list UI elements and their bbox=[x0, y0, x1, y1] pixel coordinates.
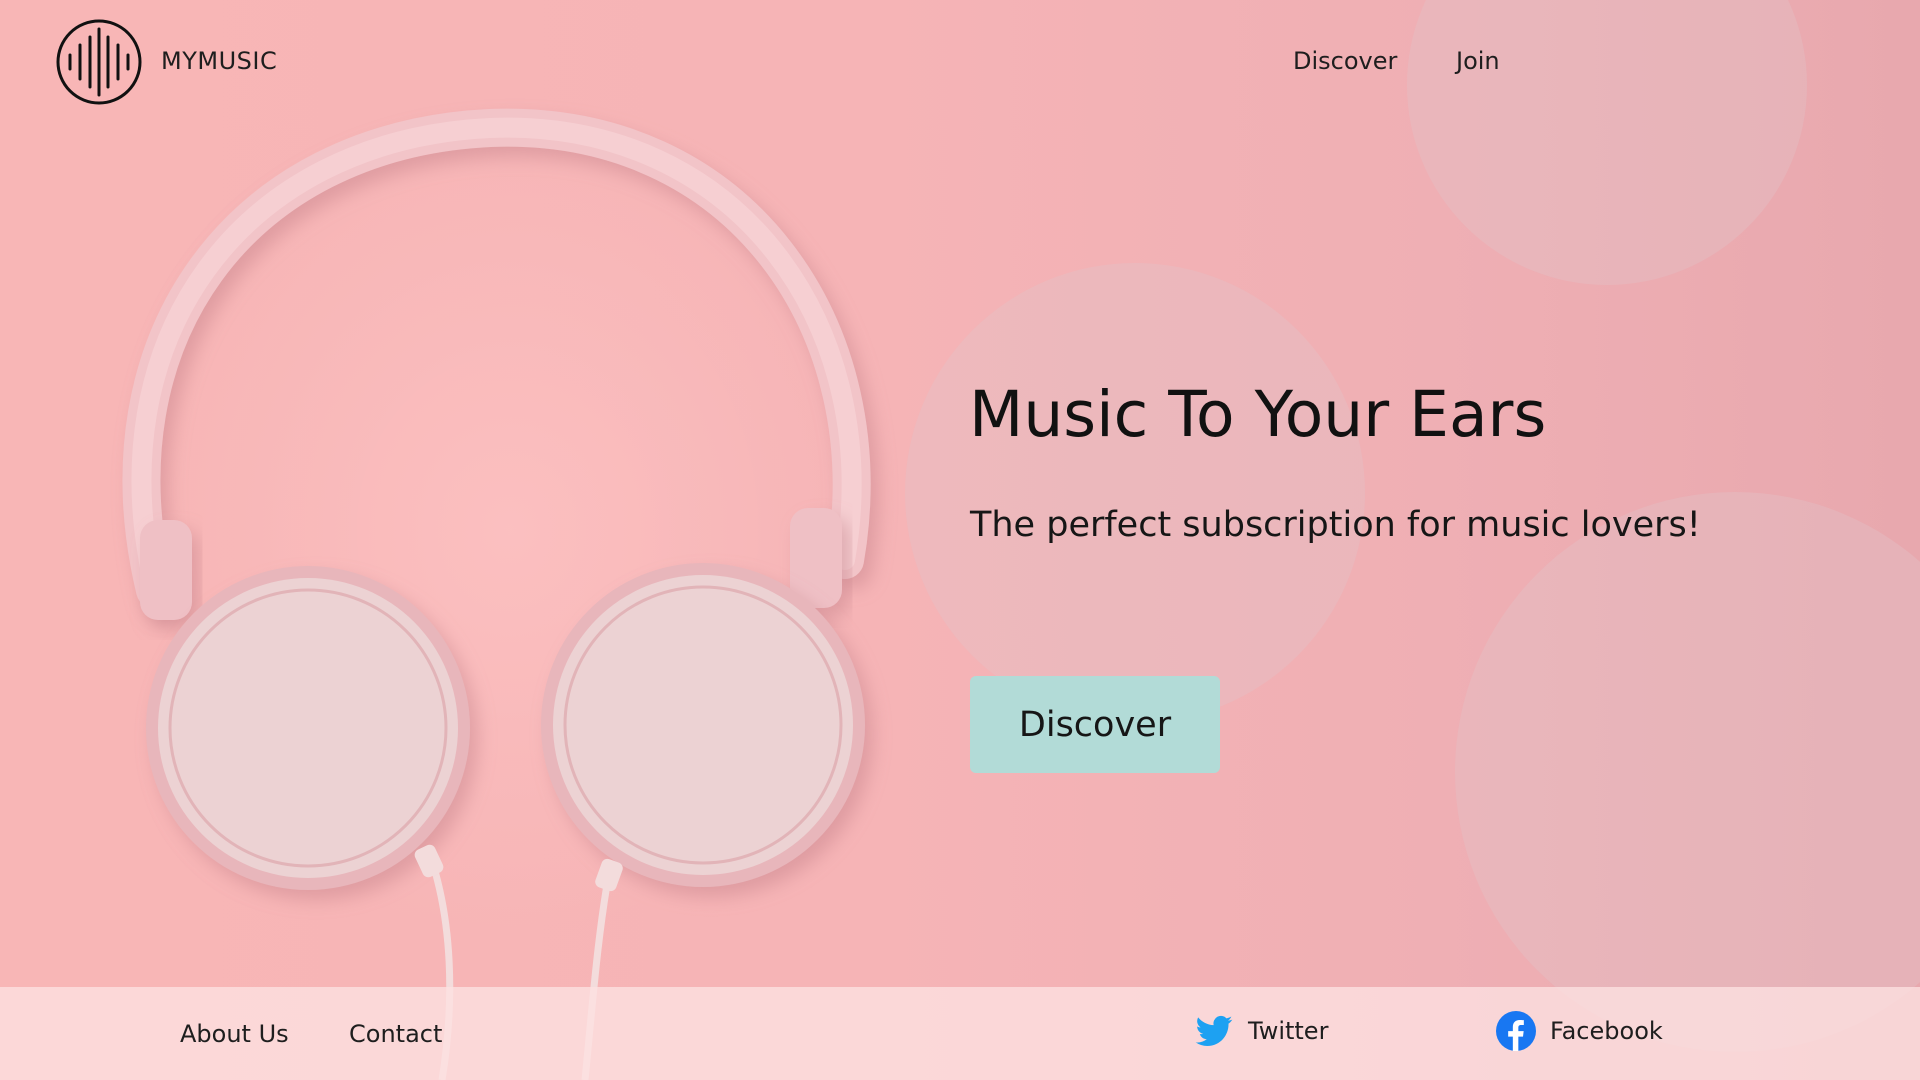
sound-wave-icon[interactable] bbox=[56, 19, 142, 105]
hero-title: Music To Your Ears bbox=[969, 378, 1547, 451]
brand-name[interactable]: MYMUSIC bbox=[161, 47, 277, 75]
footer-contact-link[interactable]: Contact bbox=[349, 1020, 442, 1048]
facebook-label: Facebook bbox=[1550, 1017, 1663, 1045]
hero-subtitle: The perfect subscription for music lover… bbox=[970, 505, 1701, 545]
discover-button[interactable]: Discover bbox=[970, 676, 1220, 773]
twitter-icon bbox=[1195, 1015, 1233, 1046]
twitter-link[interactable]: Twitter bbox=[1194, 1011, 1328, 1051]
twitter-label: Twitter bbox=[1248, 1017, 1329, 1045]
facebook-icon bbox=[1496, 1011, 1536, 1051]
facebook-link[interactable]: Facebook bbox=[1496, 1011, 1663, 1051]
nav-discover-link[interactable]: Discover bbox=[1293, 47, 1397, 75]
nav-join-link[interactable]: Join bbox=[1456, 47, 1500, 75]
footer-about-link[interactable]: About Us bbox=[180, 1020, 289, 1048]
landing-page: MYMUSIC Discover Join Music To Your Ears… bbox=[0, 0, 1920, 1080]
